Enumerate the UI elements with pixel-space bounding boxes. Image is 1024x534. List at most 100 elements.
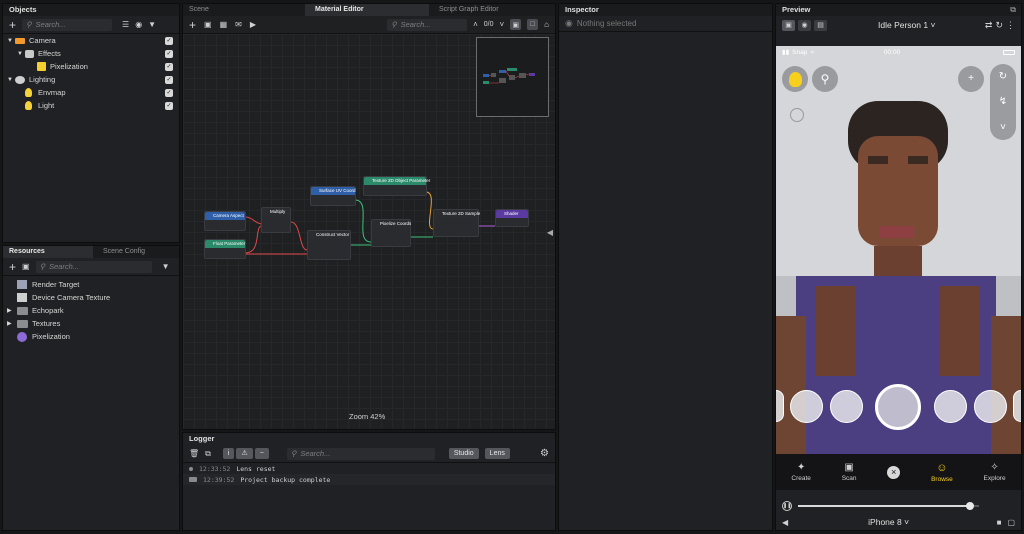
nav-create[interactable]: ✦ Create: [791, 462, 811, 482]
node-multiply[interactable]: Multiply: [261, 207, 291, 233]
graph-canvas[interactable]: Camera Aspect Float Parameter Multiply S…: [183, 34, 555, 429]
frame-icon[interactable]: ▣: [204, 20, 212, 29]
objects-search-input[interactable]: ⚲ Search...: [22, 18, 113, 31]
studio-filter-button[interactable]: Studio: [448, 448, 479, 459]
chevron-down-icon[interactable]: ▼: [7, 38, 15, 44]
close-icon[interactable]: ×: [887, 465, 901, 479]
trash-icon[interactable]: 🗑: [189, 449, 199, 458]
nav-scan[interactable]: ▣ Scan: [842, 462, 857, 482]
snap-search-icon[interactable]: ⚲: [812, 66, 838, 92]
filter-icon[interactable]: ▼: [148, 20, 156, 29]
add-friend-icon[interactable]: +: [958, 66, 984, 92]
lens-carousel-item[interactable]: [934, 390, 967, 423]
interactive-mode-icon[interactable]: ◉: [798, 19, 811, 31]
lens-carousel-item[interactable]: [776, 390, 784, 422]
resource-item-render-target[interactable]: Render Target: [3, 278, 179, 291]
visibility-checkbox[interactable]: ✓: [165, 75, 173, 84]
tab-script-graph-editor[interactable]: Script Graph Editor: [429, 4, 509, 16]
phone-screen[interactable]: ▮▮ Snap ≈ 00:00 ⚲ + ↻ ↯ ˅: [776, 46, 1021, 454]
add-node-icon[interactable]: +: [189, 18, 196, 32]
lens-carousel-item[interactable]: [1013, 390, 1021, 422]
node-shader[interactable]: Shader: [495, 209, 529, 227]
eye-icon[interactable]: ◉: [135, 20, 142, 29]
node-surface-uv-coord[interactable]: Surface UV Coord: [310, 186, 356, 206]
record-icon[interactable]: ■: [997, 518, 1002, 527]
node-texture-2d-object-parameter[interactable]: Texture 2D Object Parameter: [363, 176, 430, 196]
person-selector[interactable]: Idle Person 1 ˅: [878, 20, 935, 30]
tab-resources[interactable]: Resources: [3, 246, 93, 258]
tab-material-editor[interactable]: Material Editor: [305, 4, 429, 16]
tree-item-envmap[interactable]: Envmap ✓: [3, 86, 179, 99]
tab-scene[interactable]: Scene: [183, 4, 305, 16]
bitmoji-avatar[interactable]: [782, 66, 808, 92]
tree-item-pixelization[interactable]: Pixelization ✓: [3, 60, 179, 73]
chevron-down-icon[interactable]: ˅: [1000, 122, 1006, 133]
chevron-right-icon[interactable]: ▶: [7, 320, 17, 327]
resource-item-echopark[interactable]: ▶ Echopark: [3, 304, 179, 317]
reset-icon[interactable]: ↻: [995, 20, 1003, 31]
flash-icon[interactable]: ↯: [999, 96, 1007, 107]
add-icon[interactable]: +: [9, 18, 16, 32]
resource-item-device-camera-texture[interactable]: Device Camera Texture: [3, 291, 179, 304]
nav-explore[interactable]: ✧ Explore: [984, 462, 1006, 482]
shutter-button[interactable]: [875, 384, 921, 430]
node-camera-aspect[interactable]: Camera Aspect: [204, 211, 246, 231]
home-icon[interactable]: ⌂: [544, 20, 549, 29]
lens-filter-button[interactable]: Lens: [484, 448, 510, 459]
more-icon[interactable]: ⋮: [1006, 20, 1015, 31]
node-texture-2d-sample[interactable]: Texture 2D Sample: [433, 209, 480, 237]
lens-carousel-item[interactable]: [974, 390, 1007, 423]
resource-item-textures[interactable]: ▶ Textures: [3, 317, 179, 330]
visibility-checkbox[interactable]: ✓: [165, 49, 173, 58]
comment-icon[interactable]: ✉: [235, 20, 242, 29]
lens-carousel-item[interactable]: [830, 390, 863, 423]
node-construct-vector[interactable]: Construct Vector: [307, 230, 351, 260]
playback-knob[interactable]: [965, 502, 974, 510]
collapse-arrow-icon[interactable]: ◀: [547, 228, 553, 237]
playback-slider[interactable]: [798, 502, 979, 510]
gear-icon[interactable]: ⚙: [540, 448, 549, 459]
filter-icon[interactable]: ▼: [162, 262, 170, 271]
crop-icon[interactable]: ▢: [1007, 518, 1015, 527]
tree-item-camera[interactable]: ▼ Camera ✓: [3, 34, 179, 47]
chevron-right-icon[interactable]: ▶: [7, 307, 17, 314]
info-filter-icon[interactable]: i: [222, 448, 235, 459]
copy-icon[interactable]: ⧉: [205, 449, 211, 459]
flip-camera-icon[interactable]: ↻: [999, 71, 1007, 82]
fit-view-icon[interactable]: ▣: [510, 19, 522, 30]
warning-filter-icon[interactable]: ⚠: [236, 448, 253, 459]
visibility-checkbox[interactable]: ✓: [165, 62, 173, 71]
logger-search-input[interactable]: ⚲ Search...: [286, 447, 435, 460]
visibility-checkbox[interactable]: ✓: [165, 88, 173, 97]
device-mode-icon[interactable]: ▤: [814, 19, 827, 31]
visibility-checkbox[interactable]: ✓: [165, 36, 173, 45]
swap-icon[interactable]: ⇄: [985, 20, 993, 31]
fullscreen-icon[interactable]: □: [527, 19, 539, 30]
editor-search-input[interactable]: ⚲ Search...: [387, 18, 468, 31]
play-icon[interactable]: ▶: [250, 20, 256, 29]
device-selector[interactable]: iPhone 8 ˅: [868, 517, 909, 527]
add-icon[interactable]: +: [9, 260, 16, 274]
log-row[interactable]: 12:33:52 Lens reset: [183, 463, 555, 474]
visibility-checkbox[interactable]: ✓: [165, 101, 173, 110]
node-pixelize-coords[interactable]: Pixelize Coords: [371, 219, 411, 247]
speaker-icon[interactable]: ◀: [782, 518, 788, 527]
tree-item-light[interactable]: Light ✓: [3, 99, 179, 112]
tree-item-effects[interactable]: ▼ Effects ✓: [3, 47, 179, 60]
chevron-down-icon[interactable]: ▼: [17, 51, 25, 57]
list-icon[interactable]: ☰: [122, 20, 129, 29]
nav-browse[interactable]: ☺ Browse: [931, 462, 953, 483]
camera-mode-icon[interactable]: ▣: [782, 19, 795, 31]
pause-icon[interactable]: ❚❚: [782, 501, 792, 511]
grid-icon[interactable]: ▦: [220, 20, 228, 29]
tree-item-lighting[interactable]: ▼ Lighting ✓: [3, 73, 179, 86]
chevron-down-icon[interactable]: ▼: [7, 77, 15, 83]
error-filter-icon[interactable]: −: [254, 448, 269, 459]
lens-carousel-item[interactable]: [790, 390, 823, 423]
resource-item-pixelization[interactable]: Pixelization: [3, 330, 179, 343]
log-row[interactable]: 12:39:52 Project backup complete: [183, 474, 555, 485]
chevron-up-icon[interactable]: ˄: [473, 20, 478, 29]
resources-search-input[interactable]: ⚲ Search...: [35, 260, 152, 273]
popout-icon[interactable]: ⧉: [1010, 5, 1016, 15]
chevron-down-icon[interactable]: ˅: [499, 20, 504, 29]
